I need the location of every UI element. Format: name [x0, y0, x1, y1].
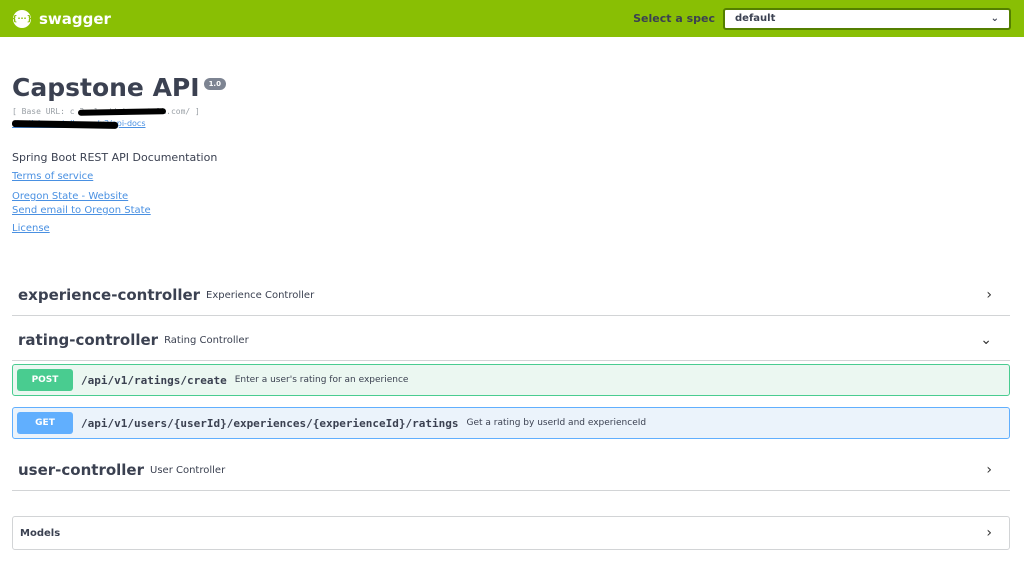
controller-desc: Experience Controller — [206, 289, 315, 301]
chevron-right-icon: › — [986, 287, 992, 303]
terms-link[interactable]: Terms of service — [12, 171, 612, 182]
chevron-right-icon: › — [986, 525, 992, 541]
chevron-down-icon: ⌄ — [990, 13, 999, 24]
models-section[interactable]: Models › — [12, 516, 1010, 550]
controller-desc: Rating Controller — [164, 334, 249, 346]
operation-post-ratings-create[interactable]: POST /api/v1/ratings/create Enter a user… — [12, 364, 1010, 396]
operation-path: /api/v1/users/{userId}/experiences/{expe… — [81, 416, 459, 430]
spec-label: Select a spec — [633, 12, 715, 25]
page-title: Capstone API — [12, 73, 200, 102]
spec-select-value: default — [735, 13, 776, 24]
controller-rating[interactable]: rating-controller Rating Controller ⌄ — [12, 320, 1010, 361]
email-link[interactable]: Send email to Oregon State — [12, 205, 612, 216]
spec-selector: Select a spec default ⌄ — [633, 7, 1011, 30]
operation-summary: Enter a user's rating for an experience — [234, 375, 409, 385]
controller-experience[interactable]: experience-controller Experience Control… — [12, 275, 1010, 316]
operation-get-rating[interactable]: GET /api/v1/users/{userId}/experiences/{… — [12, 407, 1010, 439]
method-badge: GET — [17, 412, 73, 434]
controller-desc: User Controller — [150, 464, 226, 476]
method-badge: POST — [17, 369, 73, 391]
api-info: Capstone API 1.0 [ Base URL: c 2.elastic… — [11, 72, 612, 234]
chevron-right-icon: › — [986, 462, 992, 478]
controller-name: experience-controller — [18, 286, 201, 304]
license-link[interactable]: License — [12, 223, 612, 234]
base-url: [ Base URL: c 2.elasticbeanstalk.com/ ] — [12, 107, 612, 116]
models-title: Models — [20, 527, 61, 539]
api-docs-link[interactable]: elasticbeanstalk.com/v2/api-docs — [11, 119, 612, 129]
version-badge: 1.0 — [203, 78, 226, 90]
controller-name: user-controller — [18, 461, 145, 479]
api-description: Spring Boot REST API Documentation — [12, 151, 218, 164]
brand-name: swagger — [39, 9, 111, 28]
spec-select[interactable]: default ⌄ — [723, 7, 1011, 30]
operation-path: /api/v1/ratings/create — [81, 373, 227, 387]
controller-user[interactable]: user-controller User Controller › — [12, 450, 1010, 491]
operation-summary: Get a rating by userId and experienceId — [466, 418, 647, 428]
topbar: {···} swagger Select a spec default ⌄ — [0, 0, 1024, 37]
chevron-down-icon: ⌄ — [980, 332, 992, 348]
brand[interactable]: {···} swagger — [12, 9, 111, 28]
swagger-logo-icon: {···} — [12, 9, 32, 28]
website-link[interactable]: Oregon State - Website — [12, 191, 612, 202]
controller-name: rating-controller — [18, 331, 159, 349]
